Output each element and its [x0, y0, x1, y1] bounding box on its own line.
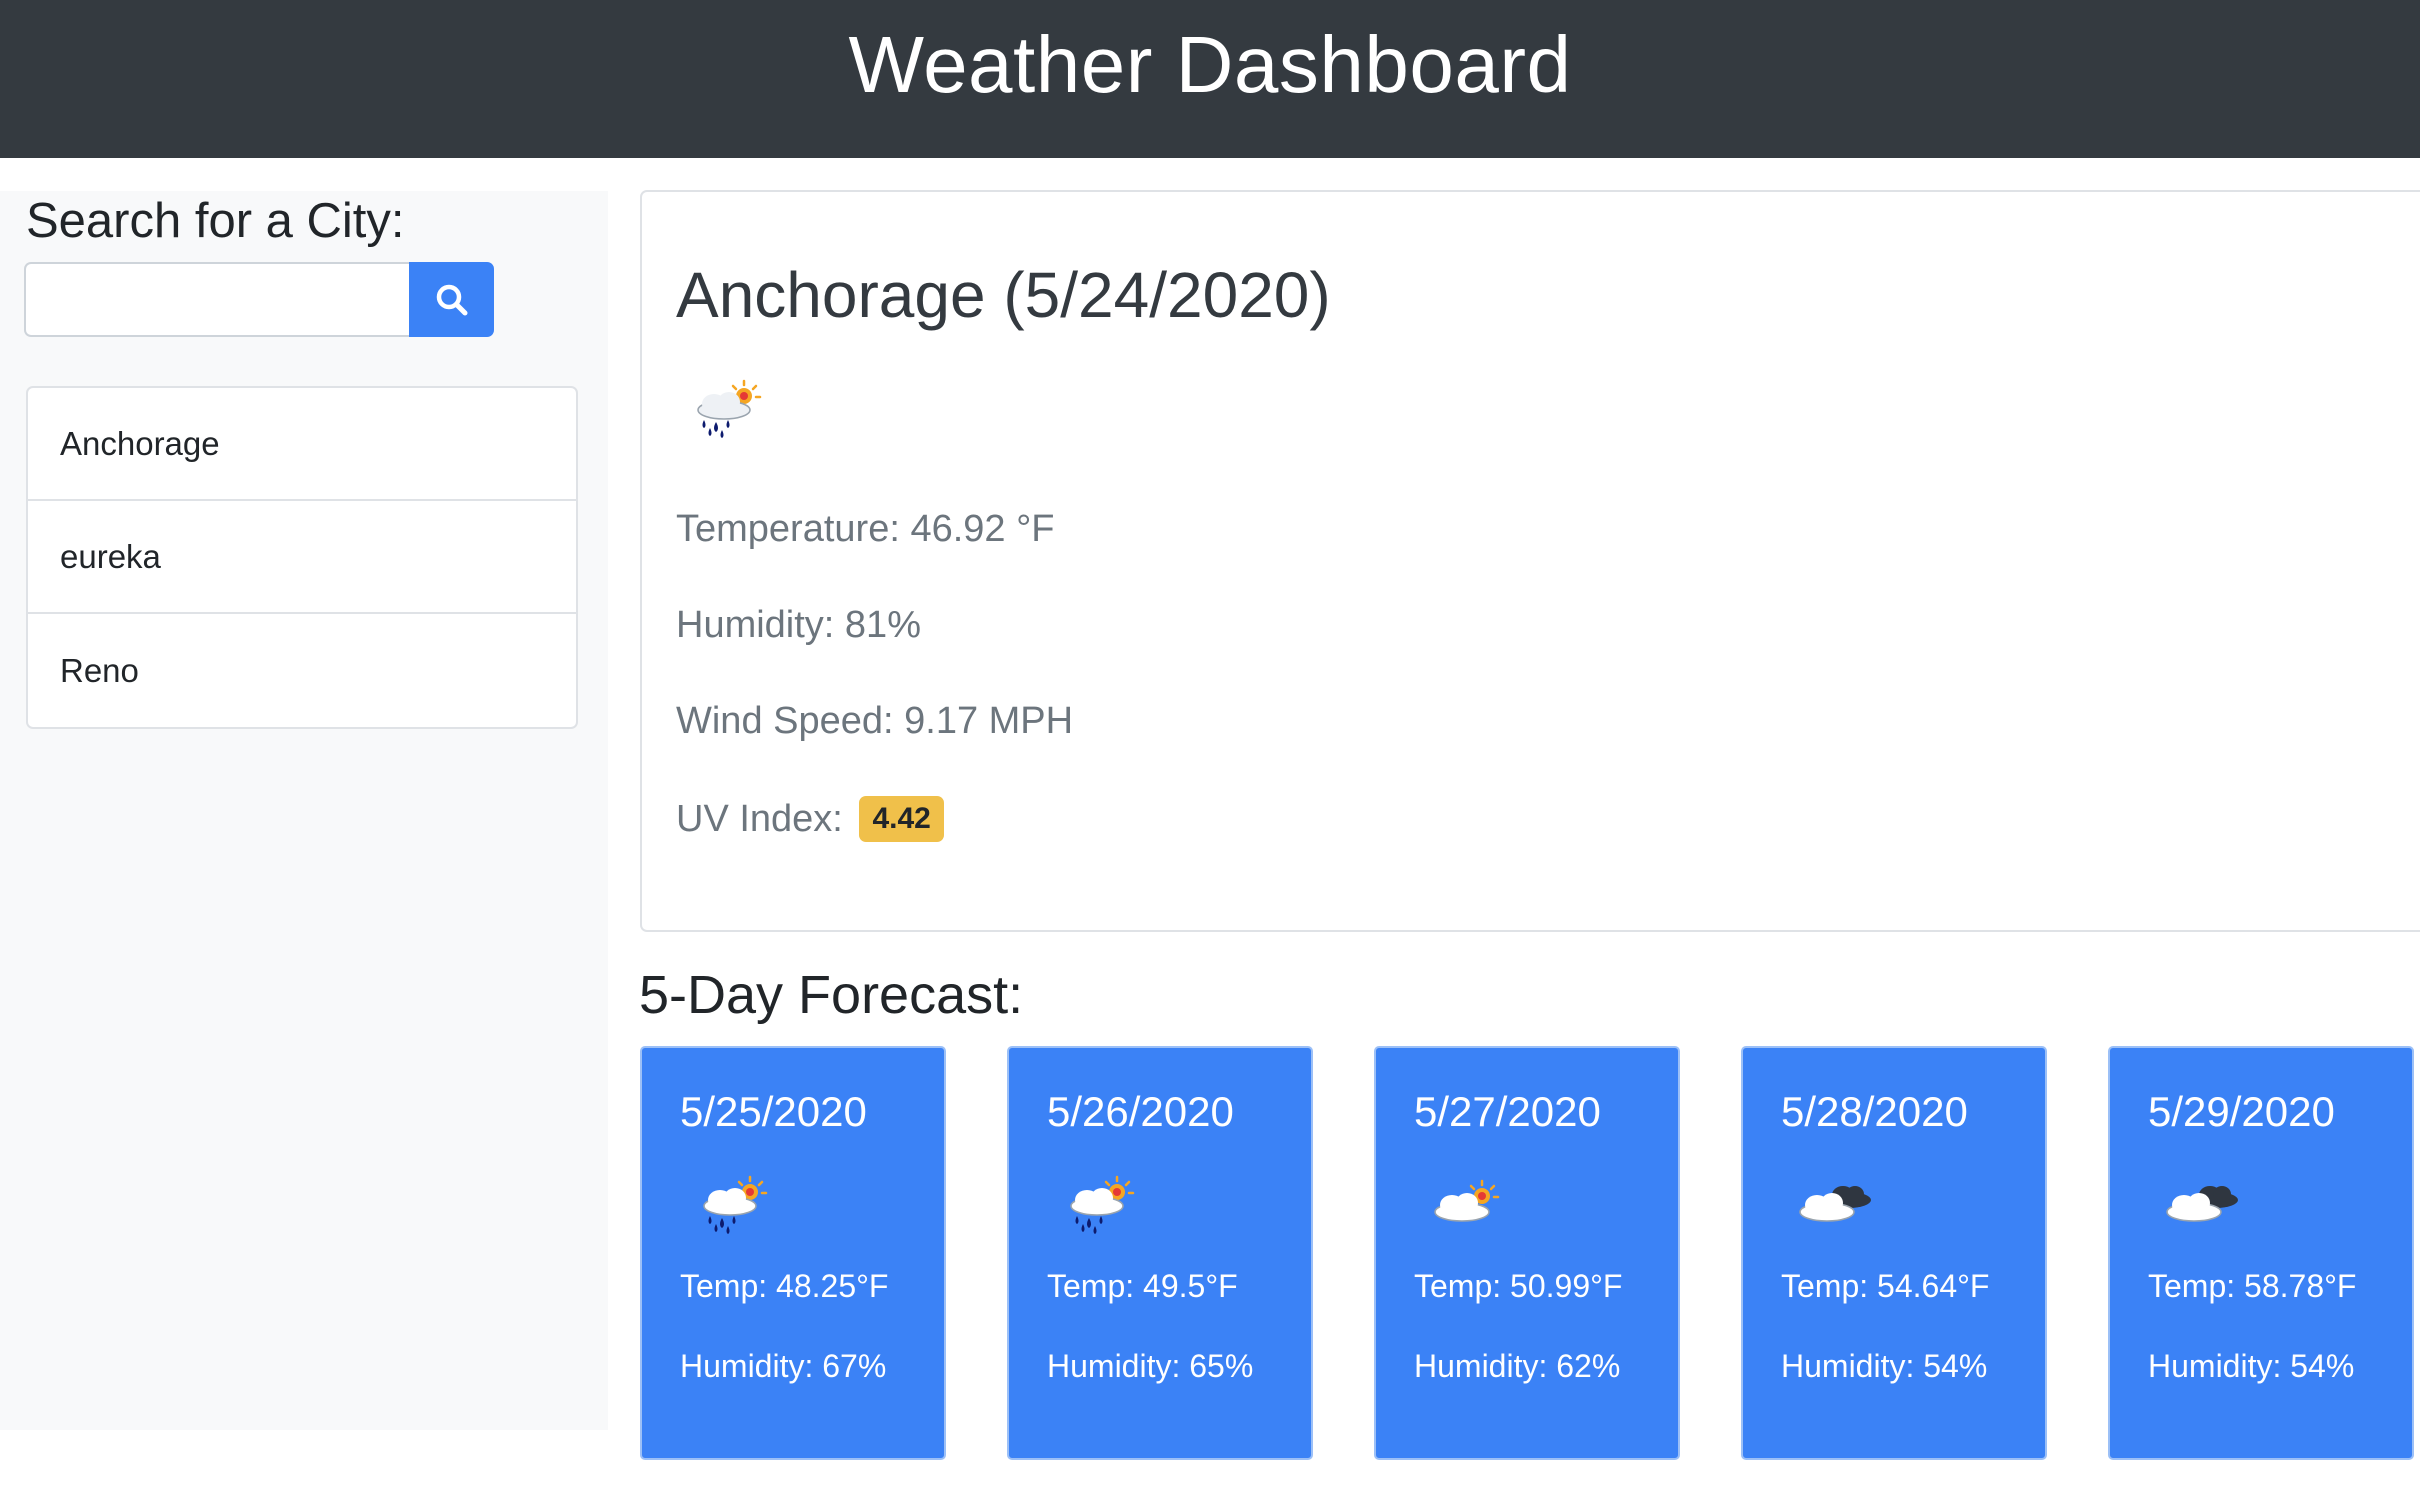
forecast-date: 5/28/2020: [1781, 1088, 1968, 1135]
forecast-temp: Temp: 48.25°F: [680, 1268, 889, 1304]
uv-index-label: UV Index:: [676, 798, 843, 840]
forecast-card: 5/26/2020 Temp: 49.5°F Humidity: 65%: [1007, 1046, 1313, 1460]
search-input[interactable]: [24, 262, 409, 337]
forecast-humidity: Humidity: 67%: [680, 1348, 887, 1384]
forecast-date: 5/27/2020: [1414, 1088, 1601, 1135]
city-item-reno[interactable]: Reno: [28, 614, 576, 727]
forecast-humidity: Humidity: 54%: [1781, 1348, 1988, 1384]
search-history-list: Anchorage eureka Reno: [26, 386, 578, 729]
rain-sun-icon: [697, 379, 762, 438]
city-item-label: eureka: [60, 537, 161, 575]
wind-speed-text: Wind Speed: 9.17 MPH: [676, 700, 1074, 742]
cloud-sun-icon: [1434, 1179, 1500, 1222]
forecast-temp: Temp: 58.78°F: [2148, 1268, 2357, 1304]
humidity-text: Humidity: 81%: [676, 604, 921, 646]
city-item-label: Reno: [60, 651, 139, 689]
search-icon: [436, 284, 467, 315]
temperature-text: Temperature: 46.92 °F: [676, 508, 1055, 550]
forecast-date: 5/29/2020: [2148, 1088, 2335, 1135]
cloudy-icon: [1799, 1186, 1871, 1222]
forecast-card: 5/27/2020 Temp: 50.99°F Humidity: 62%: [1374, 1046, 1680, 1460]
uv-index-badge: 4.42: [859, 796, 944, 842]
forecast-card: 5/29/2020 Temp: 58.78°F Humidity: 54%: [2108, 1046, 2414, 1460]
forecast-date: 5/26/2020: [1047, 1088, 1234, 1135]
forecast-temp: Temp: 49.5°F: [1047, 1268, 1238, 1304]
search-heading: Search for a City:: [26, 194, 405, 248]
sidebar: Search for a City: Anchorage eureka Reno: [0, 191, 608, 1430]
forecast-heading: 5-Day Forecast:: [639, 965, 1024, 1025]
city-item-eureka[interactable]: eureka: [28, 501, 576, 614]
current-city-title: Anchorage (5/24/2020): [676, 259, 1331, 331]
search-button[interactable]: [409, 262, 494, 337]
forecast-temp: Temp: 54.64°F: [1781, 1268, 1990, 1304]
forecast-humidity: Humidity: 62%: [1414, 1348, 1621, 1384]
forecast-humidity: Humidity: 65%: [1047, 1348, 1254, 1384]
forecast-temp: Temp: 50.99°F: [1414, 1268, 1623, 1304]
forecast-card: 5/28/2020 Temp: 54.64°F Humidity: 54%: [1741, 1046, 2047, 1460]
current-weather-card: Anchorage (5/24/2020) Temperature: 46.92…: [640, 190, 2420, 932]
city-item-label: Anchorage: [60, 424, 220, 462]
page-title: Weather Dashboard: [848, 20, 1572, 109]
rain-sun-icon: [1070, 1175, 1135, 1234]
city-item-anchorage[interactable]: Anchorage: [28, 388, 576, 501]
forecast-date: 5/25/2020: [680, 1088, 867, 1135]
navbar: Weather Dashboard: [0, 0, 2420, 158]
forecast-humidity: Humidity: 54%: [2148, 1348, 2355, 1384]
rain-sun-icon: [703, 1175, 768, 1234]
cloudy-icon: [2166, 1186, 2238, 1222]
forecast-card: 5/25/2020 Temp: 48.25°F Humidity: 67%: [640, 1046, 946, 1460]
uv-index-row: UV Index: 4.42: [676, 796, 944, 842]
